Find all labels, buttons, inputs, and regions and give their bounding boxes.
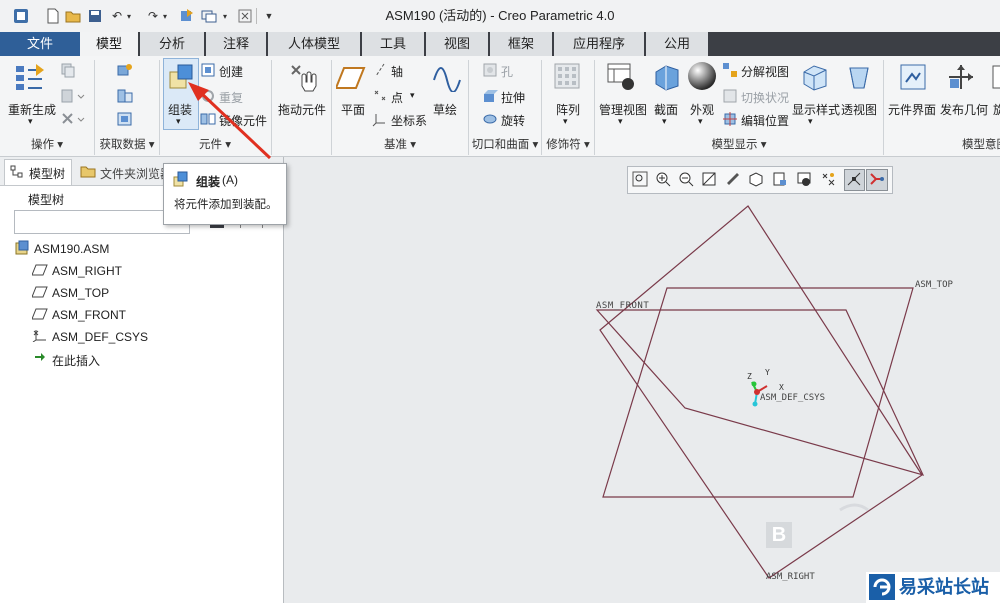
watermark-brand-text: 易采站长站 bbox=[899, 577, 989, 597]
annotation-arrow bbox=[188, 82, 272, 160]
watermark-brand-icon bbox=[869, 574, 895, 600]
